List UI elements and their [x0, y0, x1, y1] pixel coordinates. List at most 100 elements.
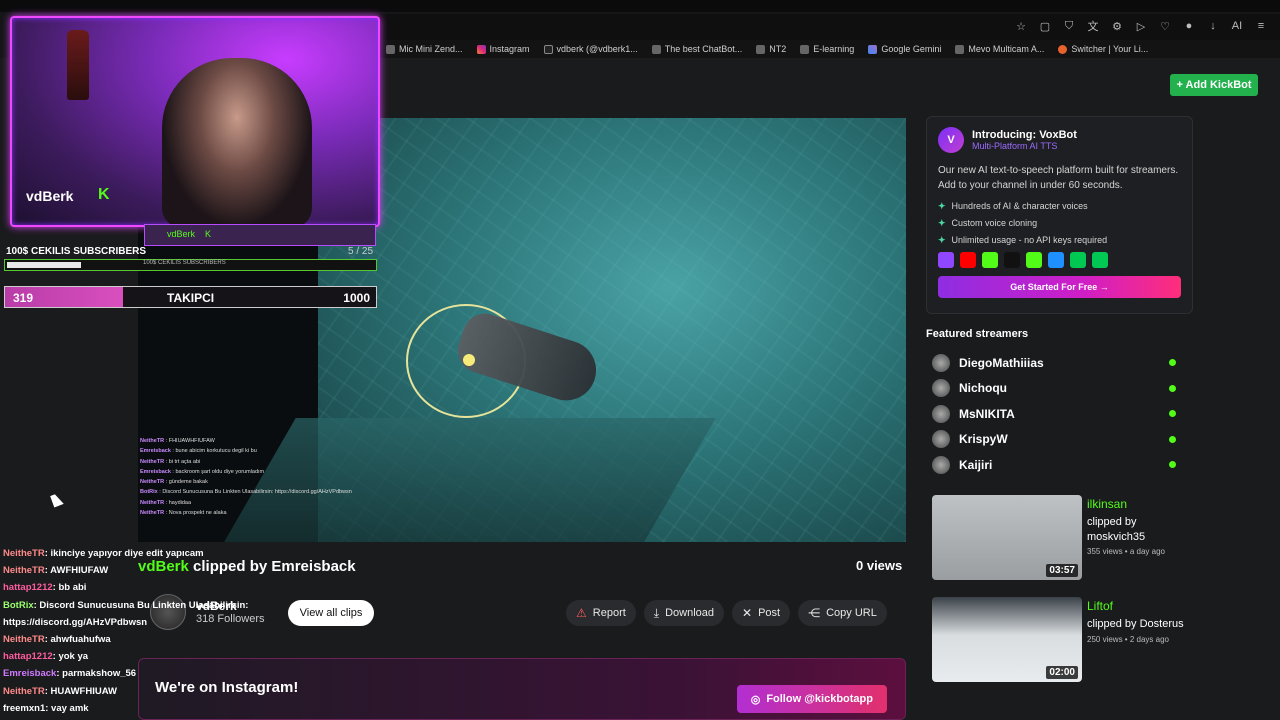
- voxbot-feature: ✦ Unlimited usage - no API keys required: [938, 235, 1181, 246]
- streamer-avatar[interactable]: [932, 430, 950, 449]
- ai-label[interactable]: AI: [1230, 20, 1244, 32]
- platform-icon[interactable]: [1070, 252, 1086, 268]
- extensions-icon[interactable]: ⚙: [1110, 20, 1124, 33]
- generic-icon: [955, 44, 965, 54]
- clip-thumbnail[interactable]: 03:57: [932, 495, 1082, 580]
- platform-icon[interactable]: [960, 252, 976, 268]
- platform-icon[interactable]: [1026, 252, 1042, 268]
- live-indicator-icon: [1169, 461, 1176, 469]
- follow-instagram-button[interactable]: ◎ Follow @kickbotapp: [736, 685, 887, 713]
- bookmark-item[interactable]: Mic Mini Zend...: [386, 44, 463, 54]
- bookmark-star-icon[interactable]: ☆: [1014, 20, 1028, 33]
- clip-thumbnail[interactable]: 02:00: [932, 597, 1082, 682]
- streamer-name[interactable]: MsNIKITA: [959, 407, 1169, 421]
- voxbot-platform-icons: [938, 252, 1181, 268]
- in-video-chat-message: NeitheTR : gündeme bakak: [140, 477, 420, 487]
- streamer-name[interactable]: Nichoqu: [959, 381, 1169, 395]
- mini-webcam-name: vdBerk: [167, 229, 196, 239]
- streamer-avatar[interactable]: [932, 379, 950, 398]
- chat-username: hattap1212: [3, 582, 53, 594]
- clip-channel[interactable]: Liftof: [1087, 599, 1113, 613]
- featured-streamer-row[interactable]: MsNIKITA: [932, 401, 1182, 427]
- featured-streamer-row[interactable]: Nichoqu: [932, 376, 1182, 402]
- shield-icon[interactable]: ⛉: [1062, 20, 1076, 33]
- chat-text: : Discord Sunucusuna Bu Linkten Ulasabil…: [33, 599, 249, 611]
- chat-username: NeitheTR: [3, 633, 45, 645]
- add-kickbot-button[interactable]: + Add KickBot: [1170, 74, 1258, 96]
- chat-username: NeitheTR: [140, 458, 165, 465]
- profile-icon[interactable]: ●: [1182, 20, 1196, 32]
- post-button[interactable]: ✕ Post: [732, 600, 791, 626]
- related-clip-card[interactable]: 02:00 Liftof clipped by Dosterus 250 vie…: [932, 597, 1194, 683]
- featured-streamers-title: Featured streamers: [926, 328, 1029, 340]
- chat-text: : HUAWFHIUAW: [44, 685, 117, 697]
- featured-streamer-row[interactable]: DiegoMathiiias: [932, 350, 1182, 376]
- bookmark-label: Instagram: [489, 44, 530, 54]
- featured-streamer-row[interactable]: Kaijiri: [932, 452, 1182, 478]
- platform-icon[interactable]: [982, 252, 998, 268]
- bookmark-item[interactable]: Instagram: [476, 44, 530, 54]
- bookmark-label: Switcher | Your Li...: [1071, 44, 1149, 54]
- chat-text: : Discord Sunucusuna Bu Linkten Ulasabil…: [159, 489, 352, 496]
- streamer-name[interactable]: DiegoMathiiias: [959, 356, 1169, 370]
- bookmark-label: The best ChatBot...: [664, 44, 743, 54]
- heart-icon[interactable]: ♡: [1158, 20, 1172, 33]
- live-indicator-icon: [1169, 435, 1176, 443]
- streamer-avatar[interactable]: [932, 353, 950, 372]
- platform-icon[interactable]: [938, 252, 954, 268]
- download-icon[interactable]: ↓: [1206, 20, 1220, 32]
- live-indicator-icon: [1169, 359, 1176, 367]
- bookmark-item[interactable]: vdberk (@vdberk1...: [543, 44, 638, 54]
- download-icon: ⤓: [653, 605, 660, 620]
- in-video-chat-message: Emreisback : bune abicim korkutucu degil…: [140, 446, 420, 456]
- chat-text: https://discord.gg/AHzVPdbwsn: [3, 616, 148, 628]
- chat-text: : haydidaa: [165, 499, 192, 506]
- chat-text: : yok ya: [52, 651, 89, 663]
- play-icon[interactable]: ▷: [1134, 20, 1148, 33]
- in-video-chat-message: NeitheTR : haydidaa: [140, 498, 420, 508]
- in-video-chat: NeitheTR : FHIUAWHFIUFAW Emreisback : bun…: [140, 436, 420, 518]
- chat-text: : bi trt açta abi: [165, 458, 201, 465]
- sparkle-icon: ✦: [938, 201, 946, 211]
- platform-icon[interactable]: [1004, 252, 1020, 268]
- chat-message: https://discord.gg/AHzVPdbwsn: [3, 617, 383, 634]
- bookmark-item[interactable]: E-learning: [800, 44, 854, 54]
- bookmark-item[interactable]: Switcher | Your Li...: [1058, 44, 1148, 54]
- clip-channel[interactable]: ilkinsan: [1087, 497, 1127, 511]
- in-video-chat-message: Emreisback : backroom şart oldu diye yor…: [140, 467, 420, 477]
- chat-message: NeitheTR: ahwfuahufwa: [3, 634, 383, 651]
- chat-message: NeitheTR: AWFHIUFAW: [3, 565, 383, 582]
- clip-meta: 355 views • a day ago: [1087, 547, 1165, 556]
- voxbot-get-started-button[interactable]: Get Started For Free →: [938, 276, 1181, 298]
- in-video-chat-message: NeitheTR : FHIUAWHFIUFAW: [140, 436, 420, 446]
- voxbot-feature: ✦ Hundreds of AI & character voices: [938, 201, 1181, 212]
- bookmark-item[interactable]: NT2: [756, 44, 786, 54]
- share-icon: ⋲: [808, 606, 821, 620]
- streamer-avatar[interactable]: [932, 404, 950, 423]
- copy-url-button[interactable]: ⋲ Copy URL: [798, 600, 887, 626]
- streamer-name[interactable]: KrispyW: [959, 432, 1169, 446]
- featured-streamer-row[interactable]: KrispyW: [932, 427, 1182, 453]
- download-button[interactable]: ⤓ Download: [643, 600, 725, 626]
- live-indicator-icon: [1169, 384, 1176, 392]
- generic-icon: [651, 44, 661, 54]
- chat-text: : ikinciye yapıyor diye edit yapıcam: [44, 548, 204, 559]
- bookmarks-bar: Mic Mini Zend... Instagram vdberk (@vdberk…: [380, 40, 1280, 58]
- menu-icon[interactable]: ≡: [1254, 20, 1268, 32]
- platform-icon[interactable]: [1092, 252, 1108, 268]
- platform-icon[interactable]: [1048, 252, 1064, 268]
- in-video-chat-message: BotRix : Discord Sunucusuna Bu Linkten U…: [140, 487, 420, 497]
- screenshot-icon[interactable]: ▢: [1038, 20, 1052, 33]
- bookmark-item[interactable]: Google Gemini: [868, 44, 941, 54]
- stream-chat-overlay: NeitheTR : ikinciye yapıyor diye edit yap…: [3, 548, 383, 720]
- voxbot-logo: V: [938, 127, 964, 153]
- generic-icon: [800, 44, 810, 54]
- related-clip-card[interactable]: 03:57 ilkinsan clipped by moskvich35 355…: [932, 495, 1194, 581]
- report-button[interactable]: ⚠ Report: [566, 600, 636, 626]
- follower-goal-bar: 319 TAKIPCI 1000: [4, 286, 377, 308]
- streamer-name[interactable]: Kaijiri: [959, 458, 1169, 472]
- translate-icon[interactable]: 文: [1086, 18, 1100, 34]
- streamer-avatar[interactable]: [932, 455, 950, 474]
- bookmark-item[interactable]: The best ChatBot...: [651, 44, 743, 54]
- bookmark-item[interactable]: Mevo Multicam A...: [955, 44, 1044, 54]
